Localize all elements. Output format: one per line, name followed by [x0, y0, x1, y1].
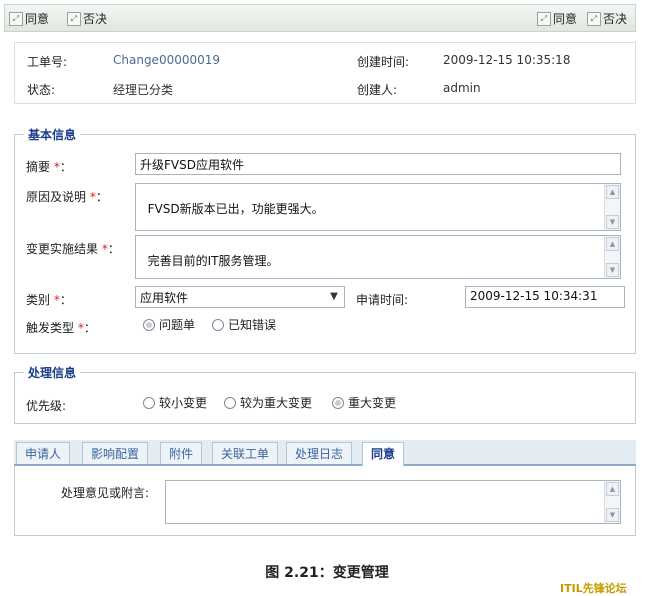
expand-icon: ⤢: [67, 11, 81, 26]
reason-scrollbar[interactable]: ▲ ▼: [604, 184, 620, 230]
expand-icon: ⤢: [587, 11, 601, 26]
reason-label: 原因及说明 *：: [26, 190, 108, 204]
creator-value: admin: [443, 81, 481, 95]
tab-process-log[interactable]: 处理日志: [286, 442, 353, 464]
scroll-up-icon[interactable]: ▲: [606, 237, 619, 251]
ticket-number-label: 工单号:: [27, 55, 68, 69]
comment-label: 处理意见或附言:: [61, 486, 150, 500]
result-textarea[interactable]: 完善目前的IT服务管理。 ▲ ▼: [135, 235, 621, 279]
reason-value: FVSD新版本已出，功能更强大。: [147, 202, 324, 216]
radio-unchecked-icon[interactable]: [143, 396, 155, 409]
apply-time-label: 申请时间:: [356, 293, 409, 307]
scroll-down-icon[interactable]: ▼: [606, 263, 619, 277]
radio-label: 重大变更: [348, 396, 397, 410]
forum-watermark: ITIL先锋论坛: [560, 582, 627, 595]
comment-scrollbar[interactable]: ▲ ▼: [604, 481, 620, 523]
summary-value: 升级FVSD应用软件: [140, 158, 244, 172]
reject-button[interactable]: ⤢ 否决: [67, 10, 107, 27]
figure-caption: 图 2.21：变更管理: [265, 565, 389, 581]
approve-button-right[interactable]: ⤢ 同意: [537, 10, 577, 27]
reject-button-right[interactable]: ⤢ 否决: [587, 10, 627, 27]
scroll-up-icon[interactable]: ▲: [606, 482, 619, 496]
category-select[interactable]: 应用软件 ▼: [135, 286, 345, 308]
priority-radio-significant[interactable]: 较为重大变更: [224, 394, 312, 411]
summary-input[interactable]: 升级FVSD应用软件: [135, 153, 621, 175]
result-label: 变更实施结果 *：: [26, 242, 120, 256]
reject-button-label: 否决: [603, 12, 628, 26]
created-time-label: 创建时间:: [357, 55, 410, 69]
tab-related-tickets[interactable]: 关联工单: [212, 442, 279, 464]
expand-icon: ⤢: [9, 11, 23, 26]
status-label: 状态:: [27, 83, 56, 97]
category-label: 类别 *：: [26, 293, 72, 307]
trigger-radio-known-error[interactable]: 已知错误: [212, 316, 276, 333]
basic-info-legend: 基本信息: [24, 126, 81, 143]
ticket-number-value: Change00000019: [113, 53, 221, 67]
approve-button-label: 同意: [553, 12, 578, 26]
process-info-section: [14, 372, 636, 424]
trigger-radio-problem[interactable]: 问题单: [143, 316, 195, 333]
category-value: 应用软件: [140, 291, 189, 305]
radio-checked-icon[interactable]: [143, 318, 155, 331]
ticket-header: 工单号: Change00000019 创建时间: 2009-12-15 10:…: [14, 42, 636, 104]
trigger-label: 触发类型 *：: [26, 321, 96, 335]
process-info-legend: 处理信息: [24, 364, 81, 381]
radio-label: 较为重大变更: [240, 396, 313, 410]
radio-label: 较小变更: [159, 396, 208, 410]
toolbar: ⤢ 同意 ⤢ 否决 ⤢ 同意 ⤢ 否决: [4, 4, 636, 32]
priority-radio-minor[interactable]: 较小变更: [143, 394, 207, 411]
scroll-down-icon[interactable]: ▼: [606, 508, 619, 522]
radio-label: 已知错误: [228, 318, 277, 332]
radio-unchecked-icon[interactable]: [224, 396, 236, 409]
created-time-value: 2009-12-15 10:35:18: [443, 53, 571, 67]
scroll-up-icon[interactable]: ▲: [606, 185, 619, 199]
approve-button-label: 同意: [25, 12, 50, 26]
reason-textarea[interactable]: FVSD新版本已出，功能更强大。 ▲ ▼: [135, 183, 621, 231]
comment-textarea[interactable]: ▲ ▼: [165, 480, 621, 524]
tab-approve[interactable]: 同意: [362, 442, 405, 466]
priority-radio-major[interactable]: 重大变更: [332, 394, 396, 411]
tab-bar: 申请人 影响配置 附件 关联工单 处理日志 同意: [14, 440, 636, 466]
reject-button-label: 否决: [83, 12, 108, 26]
radio-label: 问题单: [159, 318, 196, 332]
tab-impact-config[interactable]: 影响配置: [82, 442, 149, 464]
chevron-down-icon[interactable]: ▼: [326, 289, 342, 305]
radio-unchecked-icon[interactable]: [212, 318, 224, 331]
creator-label: 创建人:: [357, 83, 398, 97]
apply-time-input[interactable]: 2009-12-15 10:34:31: [465, 286, 625, 308]
tab-applicant[interactable]: 申请人: [16, 442, 71, 464]
approve-panel: 处理意见或附言: ▲ ▼: [14, 466, 636, 536]
apply-time-value: 2009-12-15 10:34:31: [470, 289, 598, 303]
approve-button[interactable]: ⤢ 同意: [9, 10, 49, 27]
status-value: 经理已分类: [113, 83, 174, 97]
expand-icon: ⤢: [537, 11, 551, 26]
result-value: 完善目前的IT服务管理。: [147, 254, 279, 268]
tab-attachments[interactable]: 附件: [160, 442, 203, 464]
summary-label: 摘要 *：: [26, 160, 72, 174]
priority-label: 优先级:: [26, 399, 67, 413]
scroll-down-icon[interactable]: ▼: [606, 215, 619, 229]
radio-checked-icon[interactable]: [332, 396, 344, 409]
result-scrollbar[interactable]: ▲ ▼: [604, 236, 620, 278]
